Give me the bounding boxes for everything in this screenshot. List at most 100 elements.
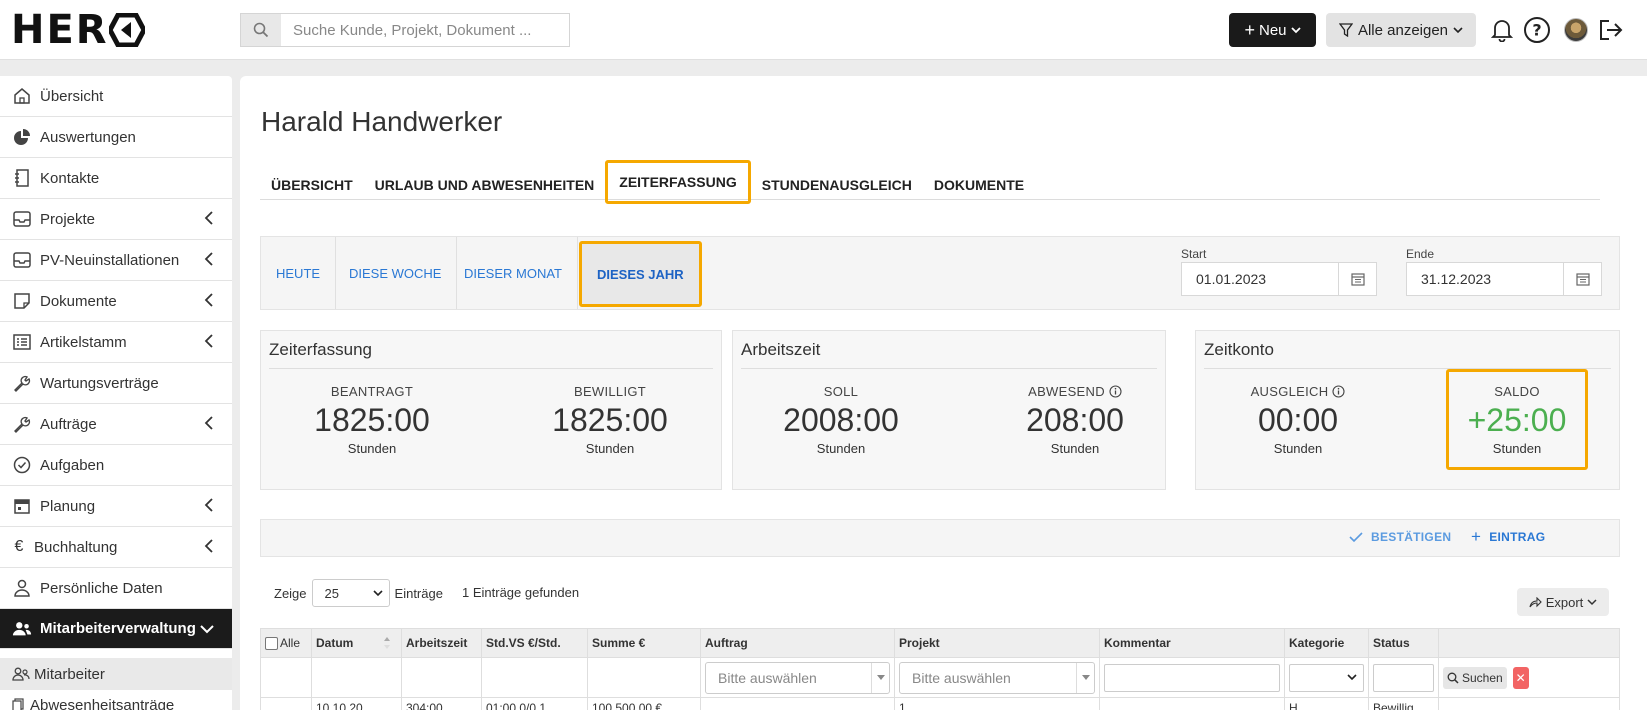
filter-cell: Bitte auswählen	[895, 658, 1100, 697]
column-header-status[interactable]: Status	[1369, 629, 1439, 657]
check-icon	[1349, 532, 1363, 543]
sidebar-item-auswertungen[interactable]: Auswertungen	[0, 117, 232, 158]
end-date-field[interactable]: 31.12.2023	[1406, 262, 1602, 296]
sidebar-item-persoenliche-daten[interactable]: Persönliche Daten	[0, 568, 232, 609]
sidebar-item-kontakte[interactable]: Kontakte	[0, 158, 232, 199]
info-icon[interactable]	[1332, 384, 1345, 398]
filter-cell	[261, 658, 312, 697]
period-heute-button[interactable]: HEUTE	[261, 237, 337, 309]
hero-logo[interactable]: HER	[11, 10, 145, 50]
stat-value: 1825:00	[314, 402, 430, 438]
sidebar-subitem-mitarbeiter[interactable]: Mitarbeiter	[0, 658, 232, 690]
period-dieser-monat-button[interactable]: DIESER MONAT	[449, 237, 578, 309]
sidebar-item-dokumente[interactable]: Dokumente	[0, 281, 232, 322]
column-header-label: Datum	[316, 636, 354, 650]
table-row[interactable]: 10.10.20.. 304:00 01:00 0/0 1.. 100.500,…	[260, 698, 1620, 710]
help-icon[interactable]: ?	[1522, 15, 1552, 45]
sidebar-item-buchhaltung[interactable]: € Buchhaltung	[0, 527, 232, 568]
sidebar-item-mitarbeiterverwaltung[interactable]: Mitarbeiterverwaltung	[0, 609, 232, 649]
user-icon	[12, 578, 32, 598]
table-cell: 10.10.20..	[312, 698, 402, 710]
search-button[interactable]: Suchen	[1443, 666, 1507, 689]
export-button[interactable]: Export	[1517, 588, 1609, 616]
column-header-auftrag[interactable]: Auftrag	[701, 629, 895, 657]
period-diese-woche-button[interactable]: DIESE WOCHE	[334, 237, 458, 309]
sidebar-item-auftraege[interactable]: Aufträge	[0, 404, 232, 445]
search-icon[interactable]	[241, 14, 281, 46]
sidebar-item-pv-neuinstallationen[interactable]: PV-Neuinstallationen	[0, 240, 232, 281]
info-icon[interactable]	[1109, 384, 1122, 398]
select-all-checkbox[interactable]	[265, 636, 278, 650]
filter-cell: Bitte auswählen	[701, 658, 895, 697]
sidebar-item-label: PV-Neuinstallationen	[40, 251, 180, 269]
filter-cell	[1369, 658, 1439, 697]
sidebar-item-label: Artikelstamm	[40, 333, 127, 351]
new-button[interactable]: + Neu	[1229, 13, 1316, 47]
column-header-std-vs[interactable]: Std.VS €/Std.	[482, 629, 588, 657]
page-size-control: Zeige 25 Einträge	[274, 579, 443, 607]
chevron-left-icon	[204, 293, 213, 307]
page-title: Harald Handwerker	[261, 106, 503, 137]
sidebar-subitem-label: Mitarbeiter	[34, 665, 105, 683]
column-header-summe[interactable]: Summe €	[588, 629, 701, 657]
kommentar-filter-input[interactable]	[1104, 663, 1280, 692]
show-label: Zeige	[274, 585, 307, 601]
logout-icon[interactable]	[1596, 15, 1626, 45]
tab-urlaub-und-abwesenheiten[interactable]: URLAUB UND ABWESENHEITEN	[364, 168, 606, 201]
sidebar-item-projekte[interactable]: Projekte	[0, 199, 232, 240]
chevron-left-icon	[204, 539, 213, 553]
inbox-icon	[12, 250, 32, 270]
calendar-icon[interactable]	[1563, 263, 1601, 295]
time-entries-table: Alle Datum Arbeitszeit Std.VS €/Std. Sum…	[260, 628, 1620, 710]
add-entry-button[interactable]: + EINTRAG	[1471, 528, 1545, 545]
tab-dokumente[interactable]: DOKUMENTE	[923, 168, 1035, 201]
column-header-arbeitszeit[interactable]: Arbeitszeit	[402, 629, 482, 657]
sidebar-subitem-abwesenheitsantraege[interactable]: Abwesenheitsanträge	[0, 690, 232, 710]
zeitkonto-card: Zeitkonto AUSGLEICH 00:00 Stunden SALDO …	[1195, 330, 1620, 490]
filter-button-label: Alle anzeigen	[1357, 21, 1449, 39]
column-header-kommentar[interactable]: Kommentar	[1100, 629, 1285, 657]
export-button-label: Export	[1545, 594, 1584, 610]
projekt-filter-select[interactable]: Bitte auswählen	[899, 661, 1095, 694]
stat-unit: Stunden	[1273, 441, 1323, 456]
svg-text:?: ?	[1532, 21, 1541, 40]
chevron-down-icon	[372, 589, 383, 596]
chevron-down-icon	[1347, 674, 1357, 681]
page-size-select[interactable]: 25	[311, 579, 390, 607]
column-header-datum[interactable]: Datum	[312, 629, 402, 657]
column-header-kategorie[interactable]: Kategorie	[1285, 629, 1369, 657]
divider	[741, 368, 1157, 369]
sidebar-item-uebersicht[interactable]: Übersicht	[0, 76, 232, 117]
period-dieses-jahr-button[interactable]: DIESES JAHR	[579, 241, 702, 307]
chevron-down-icon	[200, 625, 214, 634]
saldo-stat: SALDO +25:00 Stunden	[1446, 369, 1588, 470]
filter-cell	[588, 658, 701, 697]
start-date-field[interactable]: 01.01.2023	[1181, 262, 1377, 296]
calendar-icon[interactable]	[1338, 263, 1376, 295]
tab-zeiterfassung[interactable]: ZEITERFASSUNG	[605, 160, 751, 204]
sidebar-item-wartungsvertraege[interactable]: Wartungsverträge	[0, 363, 232, 404]
sidebar-item-label: Buchhaltung	[34, 538, 118, 556]
tab-stundenausgleich[interactable]: STUNDENAUSGLEICH	[751, 168, 923, 201]
confirm-button[interactable]: BESTÄTIGEN	[1349, 530, 1451, 544]
sidebar-item-planung[interactable]: Planung	[0, 486, 232, 527]
search-input[interactable]	[281, 14, 569, 46]
sidebar-item-artikelstamm[interactable]: Artikelstamm	[0, 322, 232, 363]
bell-icon[interactable]	[1487, 15, 1517, 45]
status-filter-input[interactable]	[1373, 663, 1434, 692]
auftrag-filter-placeholder: Bitte auswählen	[718, 669, 817, 686]
filter-button[interactable]: Alle anzeigen	[1326, 13, 1476, 47]
avatar[interactable]	[1564, 18, 1588, 42]
address-book-icon	[12, 168, 32, 188]
stat-label: BEWILLIGT	[573, 383, 647, 399]
tab-uebersicht[interactable]: ÜBERSICHT	[260, 168, 364, 201]
close-icon: ✕	[1515, 670, 1526, 685]
clear-filter-button[interactable]: ✕	[1512, 666, 1529, 689]
column-header-actions	[1439, 629, 1619, 657]
kategorie-filter-select[interactable]	[1289, 663, 1364, 692]
chevron-left-icon	[204, 211, 213, 225]
sidebar-item-aufgaben[interactable]: Aufgaben	[0, 445, 232, 486]
auftrag-filter-select[interactable]: Bitte auswählen	[705, 661, 890, 694]
check-circle-icon	[12, 455, 32, 475]
column-header-projekt[interactable]: Projekt	[895, 629, 1100, 657]
